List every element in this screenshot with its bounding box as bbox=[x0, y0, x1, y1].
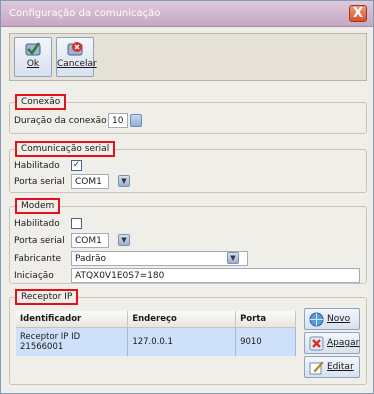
cancel-icon bbox=[67, 42, 83, 56]
new-label: Novo bbox=[327, 314, 351, 324]
serial-enabled-checkbox[interactable]: ✓ bbox=[71, 160, 82, 171]
receptor-group: Receptor IP Identificador Endereço Porta… bbox=[9, 289, 367, 385]
column-header-identifier[interactable]: Identificador bbox=[16, 311, 129, 328]
chevron-down-icon[interactable]: ▼ bbox=[118, 175, 130, 187]
serial-port-label: Porta serial bbox=[14, 177, 65, 187]
title-bar: Configuração da comunicação X bbox=[1, 1, 373, 27]
delete-button[interactable]: Apagar bbox=[304, 332, 360, 354]
ok-button[interactable]: Ok bbox=[14, 37, 52, 77]
dialog-window: Configuração da comunicação X Ok Cancela… bbox=[0, 0, 374, 394]
modem-enabled-label: Habilitado bbox=[14, 219, 60, 229]
globe-add-icon bbox=[309, 312, 324, 327]
edit-button[interactable]: Editar bbox=[304, 356, 360, 378]
column-header-port[interactable]: Porta bbox=[235, 311, 296, 328]
modem-port-label: Porta serial bbox=[14, 236, 65, 246]
check-icon bbox=[25, 42, 41, 56]
window-title: Configuração da comunicação bbox=[9, 8, 161, 19]
duration-spinner[interactable] bbox=[130, 114, 142, 127]
cell-identifier: Receptor IP ID 21566001 bbox=[16, 327, 129, 356]
close-icon: X bbox=[352, 6, 364, 21]
modem-legend: Modem bbox=[15, 198, 61, 214]
chevron-down-icon[interactable]: ▼ bbox=[118, 234, 130, 246]
close-button[interactable]: X bbox=[349, 5, 367, 22]
init-label: Iniciação bbox=[14, 271, 54, 281]
init-input[interactable]: ATQX0V1E0S7=180 bbox=[71, 268, 360, 283]
duration-label: Duração da conexão bbox=[14, 116, 107, 126]
maker-select[interactable]: Padrão bbox=[71, 251, 248, 266]
serial-legend: Comunicação serial bbox=[15, 141, 116, 157]
modem-group: Modem Habilitado Porta serial COM1 ▼ Fab… bbox=[9, 198, 367, 284]
modem-port-select[interactable]: COM1 bbox=[71, 233, 109, 248]
column-header-address[interactable]: Endereço bbox=[127, 311, 237, 328]
serial-group: Comunicação serial Habilitado ✓ Porta se… bbox=[9, 141, 367, 193]
duration-input[interactable]: 10 bbox=[108, 113, 128, 128]
serial-enabled-label: Habilitado bbox=[14, 161, 60, 171]
delete-icon bbox=[309, 336, 324, 351]
cell-address: 127.0.0.1 bbox=[127, 327, 237, 356]
cancel-label: Cancelar bbox=[57, 59, 97, 69]
edit-label: Editar bbox=[327, 362, 354, 372]
modem-enabled-checkbox[interactable] bbox=[71, 218, 82, 229]
receptor-legend: Receptor IP bbox=[15, 289, 79, 305]
connection-group: Conexão Duração da conexão 10 bbox=[9, 94, 367, 134]
table-header: Identificador Endereço Porta bbox=[16, 311, 296, 328]
serial-port-select[interactable]: COM1 bbox=[71, 174, 109, 189]
cell-port: 9010 bbox=[235, 327, 296, 356]
cancel-button[interactable]: Cancelar bbox=[56, 37, 97, 77]
connection-legend: Conexão bbox=[15, 94, 67, 110]
maker-label: Fabricante bbox=[14, 254, 62, 264]
edit-icon bbox=[309, 361, 324, 375]
chevron-down-icon[interactable]: ▼ bbox=[227, 252, 239, 264]
toolbar: Ok Cancelar bbox=[9, 33, 367, 81]
table-row[interactable]: Receptor IP ID 21566001 127.0.0.1 9010 bbox=[16, 327, 296, 356]
receptor-table: Identificador Endereço Porta Receptor IP… bbox=[16, 311, 296, 356]
ok-label: Ok bbox=[26, 59, 40, 69]
new-button[interactable]: Novo bbox=[304, 308, 360, 330]
delete-label: Apagar bbox=[327, 338, 360, 348]
